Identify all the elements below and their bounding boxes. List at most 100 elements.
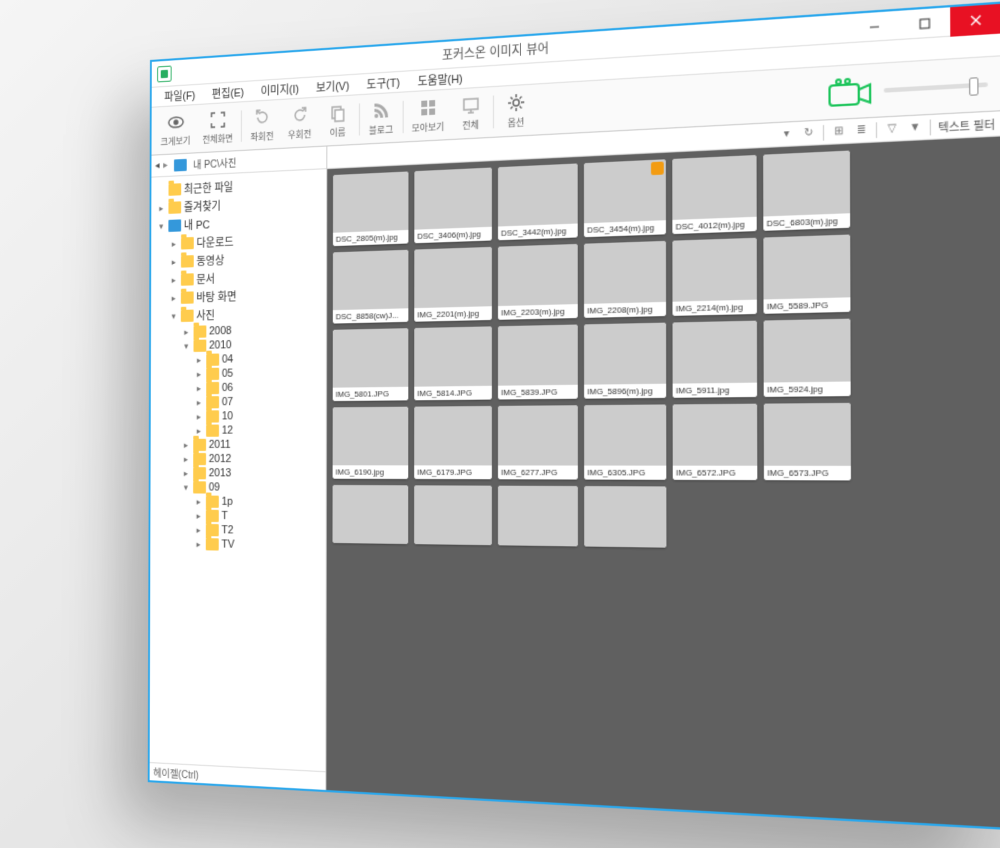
filter-icon[interactable]: ▼ — [907, 119, 923, 136]
expand-icon[interactable]: ▸ — [194, 354, 203, 365]
thumbnail[interactable]: IMG_6573.JPG — [764, 403, 851, 481]
expand-icon[interactable]: ▾ — [181, 482, 190, 493]
back-icon[interactable]: ◂ — [155, 160, 160, 171]
thumbnail[interactable]: IMG_6179.JPG — [414, 406, 492, 479]
thumbnail[interactable]: IMG_2201(m).jpg — [414, 247, 492, 322]
toolbar-rotate-left-button[interactable]: 좌회전 — [244, 104, 281, 146]
thumbnail[interactable]: IMG_5801.JPG — [333, 328, 409, 401]
thumbnail-image — [584, 404, 666, 465]
expand-icon[interactable]: ▸ — [181, 454, 190, 465]
expand-icon[interactable]: ▸ — [194, 397, 203, 408]
thumbnail[interactable]: DSC_2805(m).jpg — [333, 171, 409, 246]
thumbnail[interactable]: IMG_6190.jpg — [333, 407, 409, 479]
toolbar-gear-button[interactable]: 옵션 — [496, 89, 537, 133]
tree-label: 2010 — [209, 339, 232, 352]
thumbnail-name: IMG_6190.jpg — [333, 465, 409, 479]
thumbnail[interactable]: IMG_5924.jpg — [764, 319, 851, 397]
thumbnail[interactable] — [414, 485, 492, 545]
thumbnail[interactable]: IMG_2203(m).jpg — [498, 244, 578, 320]
expand-icon[interactable]: ▾ — [157, 221, 166, 232]
filter-label: 텍스트 필터 — [938, 115, 995, 135]
tree-node[interactable]: ▸10 — [152, 408, 324, 423]
thumbnail[interactable] — [584, 486, 666, 548]
tree-node[interactable]: ▸1p — [152, 494, 324, 510]
list-icon[interactable]: ≣ — [853, 122, 869, 138]
thumbnail[interactable]: DSC_6803(m).jpg — [763, 151, 850, 231]
menu-item-0[interactable]: 파일(F) — [157, 84, 203, 107]
toolbar-copy-button[interactable]: 이름 — [319, 99, 357, 141]
expand-icon[interactable]: ▸ — [169, 274, 178, 285]
dropdown-icon[interactable]: ▾ — [779, 126, 795, 142]
thumbnail[interactable]: IMG_5589.JPG — [763, 235, 850, 314]
menu-item-2[interactable]: 이미지(I) — [253, 77, 306, 101]
menu-item-5[interactable]: 도움말(H) — [410, 67, 471, 92]
thumbnail-grid: DSC_2805(m).jpgDSC_3406(m).jpgDSC_3442(m… — [326, 136, 1000, 827]
folder-icon — [181, 255, 194, 268]
toolbar-grid-button[interactable]: 모아보기 — [406, 94, 451, 137]
expand-icon[interactable]: ▸ — [181, 439, 190, 450]
thumbnail[interactable]: IMG_5911.jpg — [673, 321, 758, 398]
expand-icon[interactable]: ▸ — [181, 468, 190, 479]
thumbnail[interactable]: DSC_4012(m).jpg — [672, 155, 756, 234]
thumbnail[interactable]: DSC_3454(m).jpg — [584, 159, 666, 237]
tree-node[interactable]: ▸2012 — [152, 452, 324, 466]
tree-node[interactable]: ▸07 — [153, 394, 325, 410]
toolbar-label: 전체 — [462, 117, 479, 132]
expand-icon[interactable]: ▸ — [194, 539, 203, 550]
folder-icon — [169, 183, 182, 196]
thumbnail[interactable] — [498, 486, 578, 547]
menu-item-3[interactable]: 보기(V) — [308, 74, 357, 98]
zoom-slider[interactable] — [884, 82, 988, 92]
expand-icon[interactable]: ▸ — [169, 256, 178, 267]
thumbnail[interactable]: IMG_5814.JPG — [414, 326, 492, 400]
expand-icon[interactable]: ▸ — [194, 425, 203, 436]
menu-item-1[interactable]: 편집(E) — [204, 81, 251, 104]
toolbar-fullscreen-button[interactable]: 전체화면 — [197, 106, 239, 148]
thumbnail[interactable]: DSC_8858(cw)J... — [333, 250, 409, 324]
app-icon — [157, 65, 171, 82]
expand-icon[interactable]: ▸ — [194, 510, 203, 521]
thumbnail[interactable]: IMG_6305.JPG — [584, 404, 666, 479]
camera-icon[interactable] — [827, 76, 872, 108]
tree-node[interactable]: ▸TV — [152, 536, 324, 553]
refresh-icon[interactable]: ↻ — [801, 125, 817, 141]
rotate-right-icon — [290, 104, 309, 126]
thumbnail[interactable]: IMG_6572.JPG — [673, 404, 758, 480]
thumbnail[interactable]: DSC_3406(m).jpg — [414, 167, 492, 243]
thumbnail[interactable]: IMG_5839.JPG — [498, 325, 578, 400]
thumbnail[interactable]: DSC_3442(m).jpg — [498, 163, 578, 240]
expand-icon[interactable]: ▸ — [194, 411, 203, 422]
toolbar-screen-button[interactable]: 전체 — [451, 91, 491, 134]
expand-icon[interactable]: ▸ — [194, 368, 203, 379]
expand-icon[interactable]: ▾ — [182, 340, 191, 351]
expand-icon[interactable]: ▸ — [157, 202, 166, 213]
toolbar-rotate-right-button[interactable]: 우회전 — [281, 102, 319, 144]
tree-node[interactable]: ▾09 — [152, 480, 324, 495]
expand-icon[interactable]: ▸ — [194, 524, 203, 535]
grid-icon — [418, 97, 438, 119]
tree-node[interactable]: ▸12 — [152, 423, 324, 438]
tree-node[interactable]: ▸2013 — [152, 466, 324, 481]
thumbnail[interactable]: IMG_5896(m).jpg — [584, 323, 666, 399]
expand-icon[interactable]: ▸ — [169, 292, 178, 303]
expand-icon[interactable]: ▸ — [194, 383, 203, 394]
expand-icon[interactable]: ▸ — [169, 238, 178, 249]
close-button[interactable] — [950, 3, 1000, 36]
thumbnail[interactable]: IMG_2214(m).jpg — [672, 238, 757, 316]
toolbar-eye-button[interactable]: 크게보기 — [155, 109, 197, 150]
folder-icon — [168, 201, 181, 214]
maximize-button[interactable] — [899, 7, 950, 40]
thumbnails-icon[interactable]: ⊞ — [831, 123, 847, 139]
menu-item-4[interactable]: 도구(T) — [359, 71, 408, 95]
thumbnail[interactable]: IMG_6277.JPG — [498, 405, 578, 479]
minimize-button[interactable] — [850, 10, 900, 42]
expand-icon[interactable]: ▾ — [169, 310, 178, 321]
toolbar-rss-button[interactable]: 블로그 — [362, 97, 401, 140]
thumbnail-image — [498, 486, 578, 547]
tree-node[interactable]: ▸2011 — [152, 437, 324, 452]
thumbnail[interactable]: IMG_2208(m).jpg — [584, 241, 666, 318]
sort-icon[interactable]: ▽ — [884, 121, 900, 138]
expand-icon[interactable]: ▸ — [194, 496, 203, 507]
thumbnail[interactable] — [332, 485, 408, 544]
expand-icon[interactable]: ▸ — [182, 326, 191, 337]
